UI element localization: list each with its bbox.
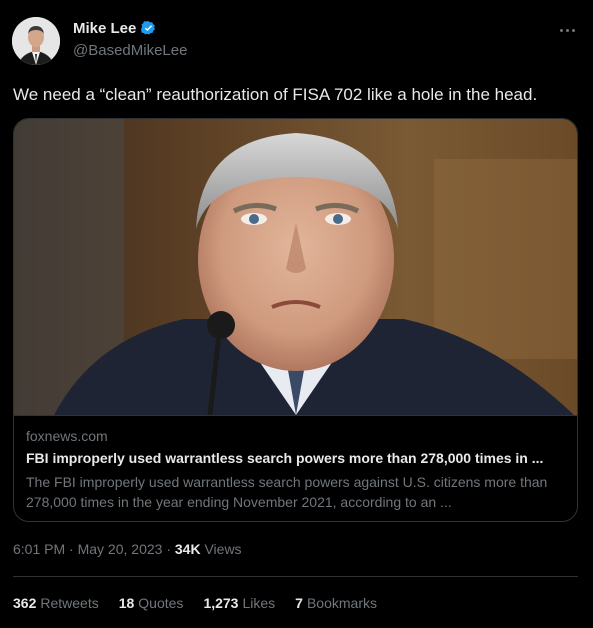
stat-likes[interactable]: 1,273 Likes	[203, 595, 275, 611]
card-image[interactable]	[14, 119, 577, 415]
author-handle[interactable]: @BasedMikeLee	[73, 42, 187, 59]
verified-badge-icon	[140, 20, 157, 37]
retweets-count: 362	[13, 595, 37, 611]
card-domain: foxnews.com	[26, 428, 108, 444]
meta-separator: ·	[69, 541, 74, 557]
tweet-text: We need a “clean” reauthorization of FIS…	[13, 85, 538, 104]
stat-retweets[interactable]: 362 Retweets	[13, 595, 99, 611]
tweet-date[interactable]: May 20, 2023	[78, 541, 163, 557]
views-label: Views	[204, 541, 242, 557]
card-body[interactable]: foxnews.com FBI improperly used warrantl…	[14, 415, 577, 521]
quotes-count: 18	[118, 595, 135, 611]
engagement-stats: 362 Retweets 18 Quotes 1,273 Likes 7 Bookmar…	[13, 595, 377, 611]
tweet-meta: 6:01 PM · May 20, 2023 · 34K Views	[13, 541, 242, 557]
divider	[13, 576, 578, 577]
author-name[interactable]: Mike Lee	[73, 20, 136, 37]
avatar[interactable]	[12, 17, 60, 65]
quotes-label: Quotes	[138, 595, 184, 611]
author-name-row[interactable]: Mike Lee	[73, 20, 157, 37]
likes-label: Likes	[242, 595, 276, 611]
retweets-label: Retweets	[40, 595, 99, 611]
bookmarks-count: 7	[295, 595, 303, 611]
card-title: FBI improperly used warrantless search p…	[26, 450, 544, 466]
tweet: Mike Lee @BasedMikeLee We need a “clean”…	[0, 0, 593, 628]
meta-separator: ·	[166, 541, 171, 557]
tweet-time[interactable]: 6:01 PM	[13, 541, 65, 557]
more-options-icon[interactable]	[557, 20, 577, 40]
views-count: 34K	[174, 541, 201, 557]
likes-count: 1,273	[203, 595, 239, 611]
stat-quotes[interactable]: 18 Quotes	[119, 595, 184, 611]
card-description: The FBI improperly used warrantless sear…	[26, 474, 548, 510]
link-card[interactable]: foxnews.com FBI improperly used warrantl…	[13, 118, 578, 522]
stat-bookmarks[interactable]: 7 Bookmarks	[295, 595, 377, 611]
bookmarks-label: Bookmarks	[306, 595, 377, 611]
